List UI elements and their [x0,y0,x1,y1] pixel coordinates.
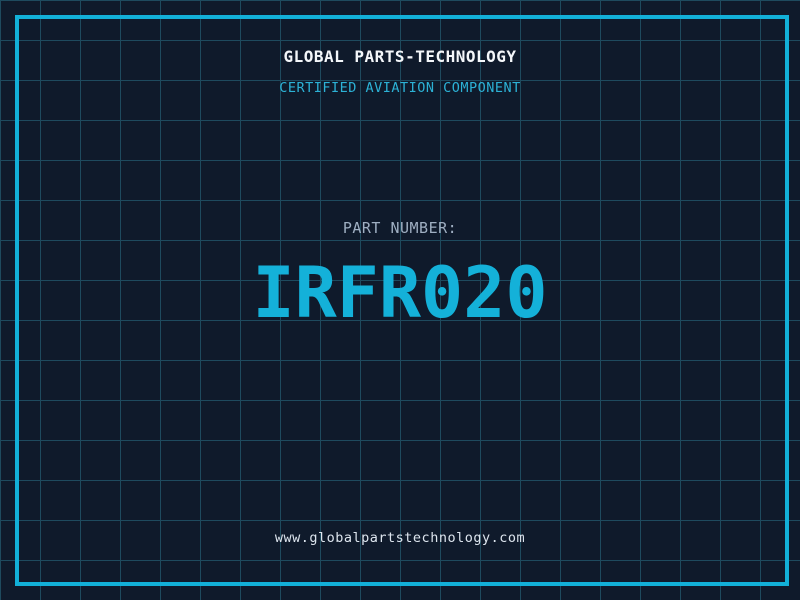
part-number-label: PART NUMBER: [0,219,800,237]
company-name: GLOBAL PARTS-TECHNOLOGY [0,47,800,66]
website-url: www.globalpartstechnology.com [0,530,800,546]
certificate-card: { "theme": { "background_color": "#0f1a2… [0,0,800,600]
certification-tagline: CERTIFIED AVIATION COMPONENT [0,80,800,96]
part-number-value: IRFR020 [0,258,800,328]
